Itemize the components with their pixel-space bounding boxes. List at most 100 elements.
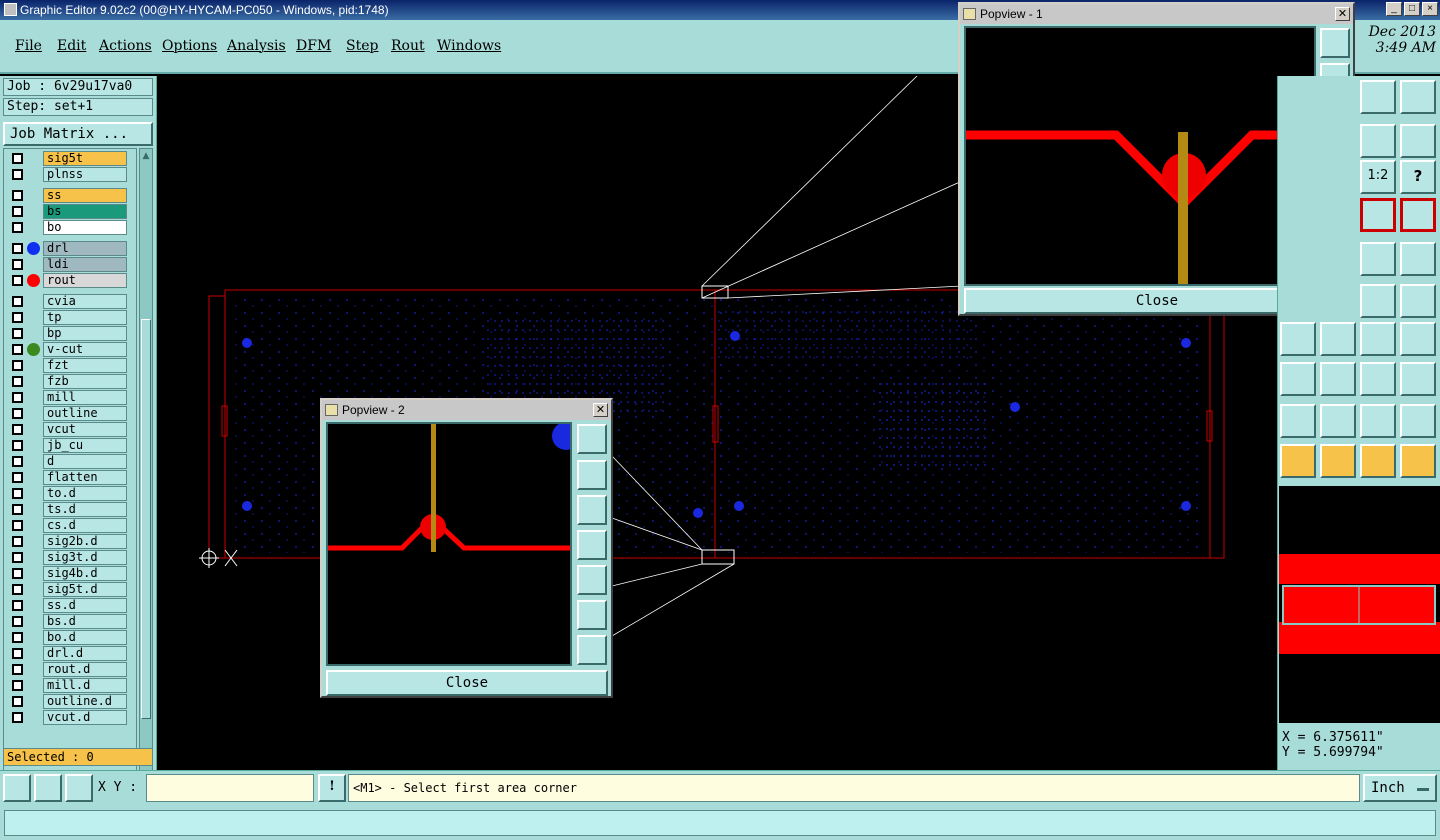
layer-row-fzt[interactable]: fzt bbox=[7, 358, 127, 373]
layer-name[interactable]: sig3t.d bbox=[43, 550, 127, 565]
layer-row-bs-d[interactable]: bs.d bbox=[7, 614, 127, 629]
layer-row-outline-d[interactable]: outline.d bbox=[7, 694, 127, 709]
warning-button[interactable]: ! bbox=[318, 774, 346, 802]
layer-row-vcut-d[interactable]: vcut.d bbox=[7, 710, 127, 725]
layer-color-dot-icon[interactable] bbox=[27, 274, 40, 287]
select-net-icon[interactable] bbox=[1360, 198, 1396, 232]
layer-name[interactable]: ss bbox=[43, 188, 127, 203]
undo-zoom-icon[interactable] bbox=[1360, 124, 1396, 158]
layer-checkbox[interactable] bbox=[12, 648, 23, 659]
popview-2-close-x[interactable]: ✕ bbox=[593, 403, 608, 417]
triangle-alt-icon[interactable] bbox=[1320, 404, 1356, 438]
layer-row-cvia[interactable]: cvia bbox=[7, 294, 127, 309]
layer-name[interactable]: to.d bbox=[43, 486, 127, 501]
layer-list-scrollbar[interactable]: ▲ ▼ bbox=[139, 148, 153, 808]
layer-name[interactable]: v-cut bbox=[43, 342, 127, 357]
pad-snap-icon[interactable] bbox=[1400, 242, 1436, 276]
layer-name[interactable]: vcut bbox=[43, 422, 127, 437]
layer-row-bp[interactable]: bp bbox=[7, 326, 127, 341]
menu-windows[interactable]: Windows bbox=[437, 38, 501, 54]
layer-name[interactable]: fzb bbox=[43, 374, 127, 389]
layer-checkbox[interactable] bbox=[12, 190, 23, 201]
layer-name[interactable]: drl bbox=[43, 241, 127, 256]
pointer-select-icon[interactable] bbox=[1280, 444, 1316, 478]
help-icon[interactable]: ? bbox=[1400, 160, 1436, 194]
layer-checkbox[interactable] bbox=[12, 536, 23, 547]
scrollbar-thumb[interactable] bbox=[141, 319, 151, 719]
layer-checkbox[interactable] bbox=[12, 312, 23, 323]
popview-pan-down-icon[interactable] bbox=[577, 495, 607, 525]
layer-row-ldi[interactable]: ldi bbox=[7, 257, 127, 272]
layer-checkbox[interactable] bbox=[12, 328, 23, 339]
layer-row-vcut[interactable]: vcut bbox=[7, 422, 127, 437]
shape-select-icon[interactable] bbox=[1400, 362, 1436, 396]
layer-name[interactable]: rout.d bbox=[43, 662, 127, 677]
layer-checkbox[interactable] bbox=[12, 504, 23, 515]
layer-row-rout[interactable]: rout bbox=[7, 273, 127, 288]
layer-checkbox[interactable] bbox=[12, 600, 23, 611]
layer-name[interactable]: rout bbox=[43, 273, 127, 288]
layer-row-plnss[interactable]: plnss bbox=[7, 167, 127, 182]
layer-name[interactable]: vcut.d bbox=[43, 710, 127, 725]
menu-actions[interactable]: Actions bbox=[99, 38, 152, 54]
layer-checkbox[interactable] bbox=[12, 488, 23, 499]
layer-row-drl[interactable]: drl bbox=[7, 241, 127, 256]
layer-checkbox[interactable] bbox=[12, 206, 23, 217]
popview-2-titlebar[interactable]: Popview - 2 ✕ bbox=[322, 400, 611, 420]
split-view-icon[interactable] bbox=[1400, 80, 1436, 114]
layer-checkbox[interactable] bbox=[12, 259, 23, 270]
layer-checkbox[interactable] bbox=[12, 392, 23, 403]
layer-name[interactable]: cs.d bbox=[43, 518, 127, 533]
snap-diagonal-icon[interactable] bbox=[3, 774, 31, 802]
menu-file[interactable]: File bbox=[15, 38, 42, 54]
snap-point-icon[interactable] bbox=[1360, 284, 1396, 318]
layer-checkbox[interactable] bbox=[12, 440, 23, 451]
menu-options[interactable]: Options bbox=[162, 38, 217, 54]
layer-name[interactable]: flatten bbox=[43, 470, 127, 485]
mirror-tool-icon[interactable] bbox=[1400, 322, 1436, 356]
layer-checkbox[interactable] bbox=[12, 222, 23, 233]
layer-checkbox[interactable] bbox=[12, 680, 23, 691]
popview-pan-right-icon[interactable] bbox=[577, 565, 607, 595]
box-select-icon[interactable] bbox=[1320, 444, 1356, 478]
cut-line-icon[interactable] bbox=[1320, 362, 1356, 396]
layer-checkbox[interactable] bbox=[12, 153, 23, 164]
layer-row-sig5t[interactable]: sig5t bbox=[7, 151, 127, 166]
layer-name[interactable]: mill bbox=[43, 390, 127, 405]
grid-snap-icon[interactable] bbox=[65, 774, 93, 802]
layer-row-bo-d[interactable]: bo.d bbox=[7, 630, 127, 645]
dimension-icon[interactable] bbox=[1360, 362, 1396, 396]
layer-name[interactable]: plnss bbox=[43, 167, 127, 182]
layer-color-dot-icon[interactable] bbox=[27, 242, 40, 255]
minimize-button[interactable]: _ bbox=[1386, 2, 1402, 16]
layer-checkbox[interactable] bbox=[12, 275, 23, 286]
popview-zoom-in-icon[interactable] bbox=[577, 600, 607, 630]
layer-row-jb_cu[interactable]: jb_cu bbox=[7, 438, 127, 453]
overview-map[interactable] bbox=[1279, 486, 1440, 723]
job-matrix-button[interactable]: Job Matrix ... bbox=[3, 122, 153, 146]
popview-pan-left-icon[interactable] bbox=[577, 530, 607, 560]
layer-name[interactable]: mill.d bbox=[43, 678, 127, 693]
popview-zoom-fit-icon[interactable] bbox=[577, 424, 607, 454]
layer-checkbox[interactable] bbox=[12, 584, 23, 595]
popview-pan-up-icon[interactable] bbox=[577, 460, 607, 490]
layer-name[interactable]: sig4b.d bbox=[43, 566, 127, 581]
layer-checkbox[interactable] bbox=[12, 344, 23, 355]
layer-row-outline[interactable]: outline bbox=[7, 406, 127, 421]
layer-name[interactable]: jb_cu bbox=[43, 438, 127, 453]
layer-checkbox[interactable] bbox=[12, 296, 23, 307]
layer-color-dot-icon[interactable] bbox=[27, 343, 40, 356]
layer-checkbox[interactable] bbox=[12, 712, 23, 723]
layer-name[interactable]: drl.d bbox=[43, 646, 127, 661]
popview-2-view[interactable] bbox=[326, 422, 580, 666]
close-button[interactable]: × bbox=[1422, 2, 1438, 16]
layer-row-mill-d[interactable]: mill.d bbox=[7, 678, 127, 693]
layer-checkbox[interactable] bbox=[12, 456, 23, 467]
measure-ruler-icon[interactable] bbox=[1360, 242, 1396, 276]
layer-name[interactable]: ldi bbox=[43, 257, 127, 272]
feature-info-icon[interactable] bbox=[1280, 362, 1316, 396]
popview-zoom-out-icon[interactable] bbox=[577, 635, 607, 665]
layer-name[interactable]: sig2b.d bbox=[43, 534, 127, 549]
layer-row-tp[interactable]: tp bbox=[7, 310, 127, 325]
popview-zoom-fit-icon[interactable] bbox=[1320, 28, 1350, 58]
